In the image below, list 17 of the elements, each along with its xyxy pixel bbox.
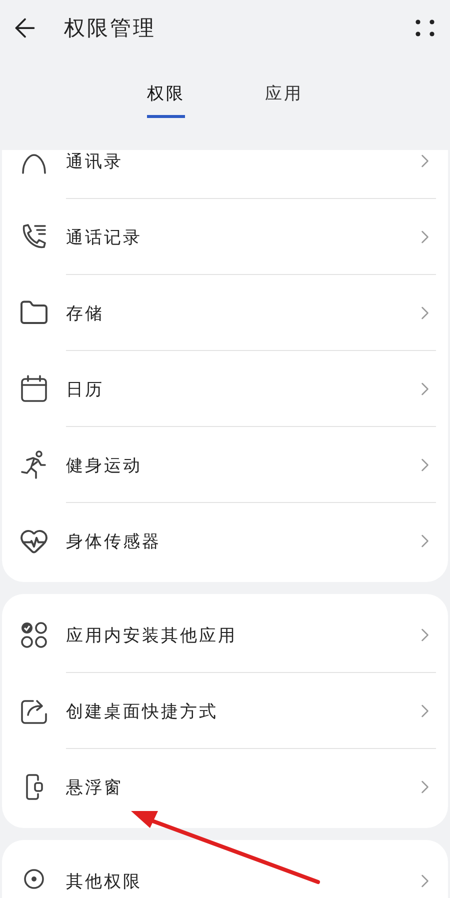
permission-item[interactable]: 存储 <box>66 302 414 324</box>
permission-item[interactable]: 应用内安装其他应用 <box>66 624 414 646</box>
permission-item[interactable]: 其他权限 <box>66 870 414 892</box>
runner-icon <box>19 450 49 480</box>
app-grid-icon <box>20 621 48 649</box>
permission-item[interactable]: 健身运动 <box>66 454 414 476</box>
page-title: 权限管理 <box>64 15 157 42</box>
permission-item[interactable]: 通讯录 <box>66 150 414 172</box>
permission-item[interactable]: 身体传感器 <box>66 530 414 552</box>
more-icon[interactable] <box>414 17 436 39</box>
permission-item[interactable]: 悬浮窗 <box>66 776 414 798</box>
permission-item[interactable]: 通话记录 <box>66 226 414 248</box>
tab[interactable]: 权限 <box>147 82 185 118</box>
permission-item[interactable]: 创建桌面快捷方式 <box>66 700 414 722</box>
calendar-icon <box>19 374 49 404</box>
permission-item[interactable]: 日历 <box>66 378 414 400</box>
tab[interactable]: 应用 <box>265 82 303 118</box>
